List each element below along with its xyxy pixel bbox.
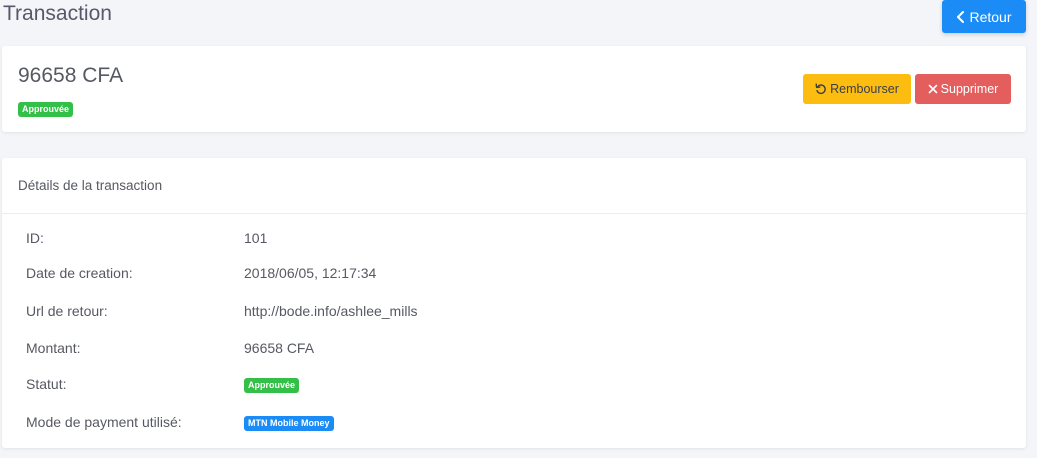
details-card-title: Détails de la transaction xyxy=(2,158,1026,214)
detail-row-payment-mode: Mode de payment utilisé: MTN Mobile Mone… xyxy=(2,412,1026,432)
delete-button-label: Supprimer xyxy=(940,82,999,96)
detail-label: Date de creation: xyxy=(26,265,133,281)
transaction-amount: 96658 CFA xyxy=(18,64,124,87)
back-button[interactable]: Retour xyxy=(942,0,1026,33)
detail-label: Statut: xyxy=(26,376,67,392)
status-badge: Approuvée xyxy=(244,378,300,393)
detail-value: 2018/06/05, 12:17:34 xyxy=(244,265,377,281)
detail-label: Montant: xyxy=(26,340,81,356)
detail-row-return-url: Url de retour: http://bode.info/ashlee_m… xyxy=(2,301,1026,321)
detail-row-amount: Montant: 96658 CFA xyxy=(2,338,1026,358)
transaction-summary-card: 96658 CFA Approuvée Rembourser Supprimer xyxy=(2,46,1026,132)
back-button-label: Retour xyxy=(969,8,1012,25)
detail-row-status: Statut: Approuvée xyxy=(2,374,1026,394)
detail-label: Url de retour: xyxy=(26,303,108,319)
refund-button[interactable]: Rembourser xyxy=(803,74,911,104)
refund-button-label: Rembourser xyxy=(830,82,899,96)
detail-value: MTN Mobile Money xyxy=(244,413,334,431)
close-icon xyxy=(928,84,937,94)
transaction-details-card: Détails de la transaction ID: 101 Date d… xyxy=(2,158,1026,448)
chevron-left-icon xyxy=(957,10,965,23)
detail-value: 101 xyxy=(244,230,268,246)
detail-label: ID: xyxy=(26,230,44,246)
page-title: Transaction xyxy=(3,2,112,25)
payment-mode-badge: MTN Mobile Money xyxy=(244,416,334,431)
status-badge: Approuvée xyxy=(18,102,74,117)
delete-button[interactable]: Supprimer xyxy=(915,74,1011,104)
return-url-link[interactable]: http://bode.info/ashlee_mills xyxy=(244,303,418,319)
detail-value: 96658 CFA xyxy=(244,340,315,356)
undo-icon xyxy=(815,83,826,95)
detail-row-id: ID: 101 xyxy=(2,228,1026,248)
detail-label: Mode de payment utilisé: xyxy=(26,414,182,430)
detail-row-created-date: Date de creation: 2018/06/05, 12:17:34 xyxy=(2,263,1026,283)
detail-value: Approuvée xyxy=(244,375,300,393)
status-badge-container: Approuvée xyxy=(18,99,74,117)
